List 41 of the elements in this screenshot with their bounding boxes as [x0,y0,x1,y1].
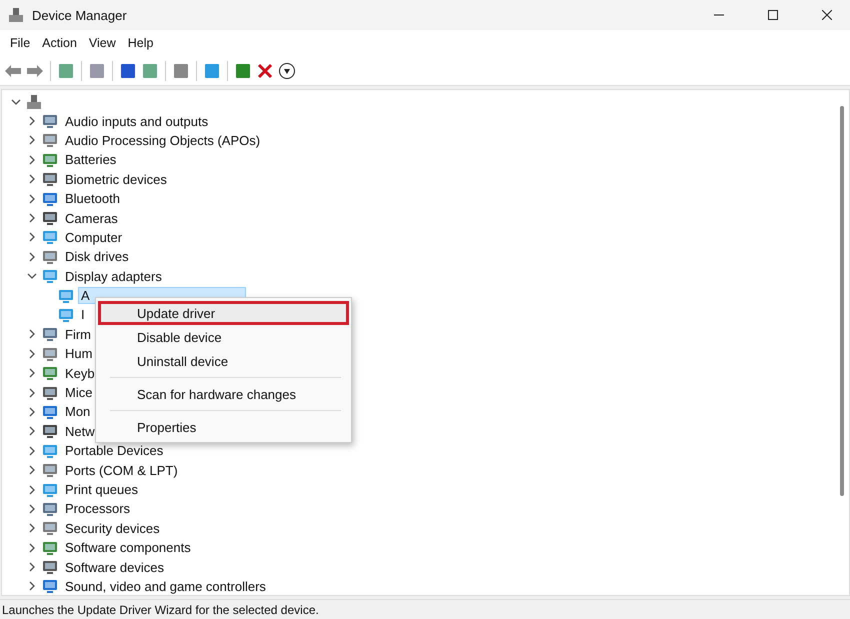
close-icon[interactable] [822,10,832,20]
scrollbar-thumb[interactable] [840,106,844,496]
tree-item[interactable]: Disk drives [62,248,132,266]
menu-item[interactable]: Help [122,36,160,50]
tree-item[interactable]: Computer [62,228,126,246]
tree-item[interactable]: Bluetooth [62,190,123,208]
menu-option[interactable]: Disable device [98,325,349,349]
tree-item[interactable]: Display adapters [62,268,165,285]
tree-item[interactable]: Print queues [62,481,141,498]
menu-item[interactable]: Action [36,36,83,50]
maximize-icon[interactable] [768,10,778,20]
tree-item[interactable]: Audio Processing Objects (APOs) [62,132,264,149]
tree-item[interactable]: Ports (COM & LPT) [62,462,181,479]
app-icon [8,7,24,23]
status-text: Launches the Update Driver Wizard for the selected device. [0,599,850,619]
tree-item[interactable]: I [78,306,88,324]
tree-item[interactable]: Netw [62,422,98,440]
tree-item[interactable]: Batteries [62,151,120,168]
tree-item[interactable]: Processors [62,500,134,518]
tree-item[interactable]: Audio inputs and outputs [62,112,212,130]
tree-item[interactable]: Hum [62,345,96,362]
tree-item[interactable]: Firm [62,326,94,343]
tree-item[interactable]: Software components [62,539,194,556]
menu-option[interactable]: Update driver [98,301,349,325]
download-icon[interactable] [278,62,296,80]
menu-option[interactable]: Properties [98,415,349,439]
tree-item[interactable]: Mice [62,384,96,402]
computer-icon [26,94,42,110]
tree-item[interactable]: Keyb [62,364,98,382]
menu-option[interactable]: Uninstall device [98,349,349,373]
menu-option[interactable]: Scan for hardware changes [98,382,349,406]
tree-item[interactable]: Cameras [62,210,121,227]
tree-item[interactable]: Mon [62,403,94,420]
menu-item[interactable]: File [4,36,36,50]
tree-item[interactable]: Portable Devices [62,442,166,460]
menu-item[interactable]: View [82,36,122,50]
tree-item[interactable]: Software devices [62,558,167,576]
tree-item[interactable]: Security devices [62,520,163,537]
tree-item[interactable]: Biometric devices [62,170,170,188]
window-title: Device Manager [32,8,128,22]
tree-item[interactable]: Sound, video and game controllers [62,578,269,595]
